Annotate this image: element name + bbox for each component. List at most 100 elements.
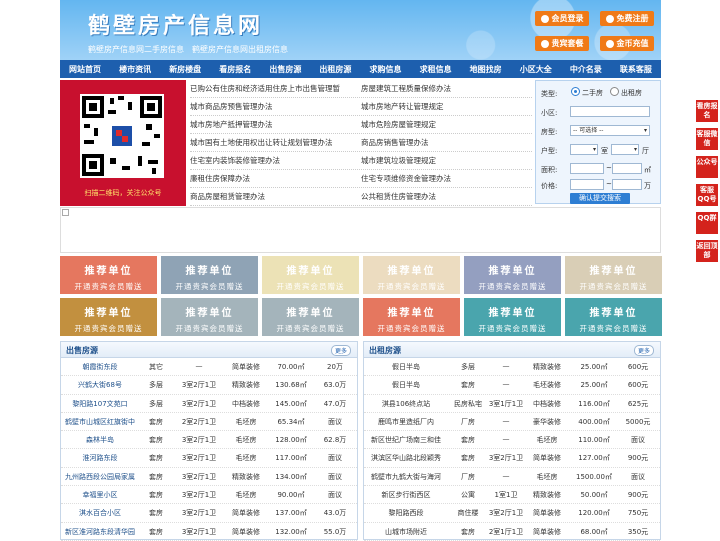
listing-area: 50.00㎡ xyxy=(580,491,608,500)
listing-row[interactable]: 新区淮河路东段清华园 套房 3室2厅1卫 简单装修 132.00㎡ 55.0万 xyxy=(61,523,357,541)
tile-title: 推荐单位 xyxy=(589,308,638,319)
listing-location[interactable]: 九州路西段公园局家属 xyxy=(63,472,137,482)
listing-location[interactable]: 淮河路东段 xyxy=(63,453,137,463)
listing-area: 116.00㎡ xyxy=(578,399,610,408)
listing-row[interactable]: 淇滨区华山路北段颖秀 套房 3室2厅1卫 简单装修 127.00㎡ 900元 xyxy=(364,449,660,468)
recommend-tile[interactable]: 推荐单位 开通贵宾会员赠送 xyxy=(161,256,258,294)
listing-location[interactable]: 山城市场附近 xyxy=(366,527,446,537)
listing-location[interactable]: 假日半岛 xyxy=(366,380,446,390)
listing-price: 面议 xyxy=(328,472,342,481)
listing-layout: — xyxy=(195,362,203,370)
listing-row[interactable]: 山城市场附近 套房 2室1厅1卫 简单装修 68.00㎡ 350元 xyxy=(364,523,660,541)
listing-row[interactable]: 鹤壁市山城区红旗街中 套房 2室2厅1卫 毛坯房 65.34㎡ 面议 xyxy=(61,413,357,432)
listing-location[interactable]: 假日半岛 xyxy=(366,362,446,372)
listing-area: 90.00㎡ xyxy=(277,491,305,500)
listing-row[interactable]: 九州路西段公园局家属 套房 3室2厅1卫 精致装修 134.00㎡ 面议 xyxy=(61,468,357,487)
ad-banner[interactable] xyxy=(60,207,661,253)
recommend-tile[interactable]: 推荐单位 开通贵宾会员赠送 xyxy=(565,298,662,336)
recommend-tile[interactable]: 推荐单位 开通贵宾会员赠送 xyxy=(262,298,359,336)
sidebar-viewing-signup[interactable]: 看房报名 xyxy=(696,100,718,122)
sidebar-back-to-top[interactable]: 返回顶部 xyxy=(696,240,718,262)
listing-price: 面议 xyxy=(631,472,645,481)
listing-location[interactable]: 鹿鸣市里造纸厂内 xyxy=(366,417,446,427)
listing-location[interactable]: 兴鹤大街68号 xyxy=(63,380,137,390)
listing-area: 137.00㎡ xyxy=(275,509,307,518)
listing-building-type: 套房 xyxy=(461,454,475,463)
tile-subtitle: 开通贵宾会员赠送 xyxy=(175,324,244,333)
listing-decoration: 毛坯房 xyxy=(235,454,257,463)
listing-building-type: 多层 xyxy=(461,363,475,371)
listing-area: 132.00㎡ xyxy=(275,527,307,536)
tile-subtitle: 开通贵宾会员赠送 xyxy=(478,324,547,333)
listing-row[interactable]: 兴鹤大街68号 多层 3室2厅1卫 精致装修 130.68㎡ 63.0万 xyxy=(61,376,357,395)
listing-building-type: 厂房 xyxy=(461,472,475,481)
listing-location[interactable]: 淇县106终点站 xyxy=(366,399,446,409)
listing-building-type: 套房 xyxy=(149,472,163,481)
listing-decoration: 毛坯房 xyxy=(536,436,558,445)
sidebar-service-wechat[interactable]: 客服微信 xyxy=(696,128,718,150)
listing-row[interactable]: 假日半岛 多层 — 精致装修 25.00㎡ 600元 xyxy=(364,358,660,377)
sale-listings-panel: 出售房源 更多 朝霞街东段 其它 — 简单装修 70.00㎡ 20万 兴鹤大街68号 多层 3室2… xyxy=(60,341,358,541)
listing-layout: 3室2厅1卫 xyxy=(181,527,217,536)
tile-subtitle: 开通贵宾会员赠送 xyxy=(377,282,446,291)
listing-location[interactable]: 鹤壁市山城区红旗街中 xyxy=(63,417,137,427)
listing-area: 110.00㎡ xyxy=(578,436,610,445)
rent-more-button[interactable]: 更多 xyxy=(633,345,654,356)
rent-panel-title: 出租房源 xyxy=(369,346,401,355)
listing-decoration: 毛坯房 xyxy=(235,491,257,500)
recommend-tile[interactable]: 推荐单位开通贵宾会员赠送 xyxy=(161,298,258,336)
listing-location[interactable]: 新区淮河路东段清华园 xyxy=(63,527,137,537)
tile-subtitle: 开通贵宾会员赠送 xyxy=(276,282,345,291)
listing-location[interactable]: 鹤壁市九鹤大街与海河 xyxy=(366,472,446,482)
listing-building-type: 套房 xyxy=(149,491,163,500)
listing-row[interactable]: 黎阳路西段 商住楼 3室2厅1卫 简单装修 120.00㎡ 750元 xyxy=(364,504,660,523)
listing-location[interactable]: 黎阳路107文苑口 xyxy=(63,399,137,409)
listing-row[interactable]: 淇县106终点站 民房私宅 3室1厅1卫 中档装修 116.00㎡ 625元 xyxy=(364,395,660,413)
recommend-tile[interactable]: 推荐单位 开通贵宾会员赠送 xyxy=(363,256,460,294)
listing-layout: 3室1厅1卫 xyxy=(488,399,524,408)
listing-price: 43.0万 xyxy=(323,509,347,518)
listing-decoration: 豪华装修 xyxy=(533,417,561,426)
recommend-tile[interactable]: 推荐单位 开通贵宾会员赠送 xyxy=(565,256,662,294)
listing-row[interactable]: 黎阳路107文苑口 多层 3室2厅1卫 中档装修 145.00㎡ 47.0万 xyxy=(61,395,357,413)
listing-row[interactable]: 淮河路东段 套房 3室2厅1卫 毛坯房 117.00㎡ 面议 xyxy=(61,449,357,468)
sidebar-official-account[interactable]: 公众号 xyxy=(696,156,718,178)
listing-location[interactable]: 黎阳路西段 xyxy=(366,508,446,518)
listing-price: 900元 xyxy=(627,491,649,500)
recommend-tile[interactable]: 推荐单位 开通贵宾会员赠送 xyxy=(464,256,561,294)
listing-row[interactable]: 幸福里小区 套房 3室2厅1卫 毛坯房 90.00㎡ 面议 xyxy=(61,486,357,505)
tile-title: 推荐单位 xyxy=(185,308,234,319)
sale-more-button[interactable]: 更多 xyxy=(330,345,351,356)
listing-building-type: 其它 xyxy=(149,363,163,371)
recommend-tile[interactable]: 推荐单位 开通贵宾会员赠送 xyxy=(60,256,157,294)
listing-building-type: 商住楼 xyxy=(457,509,479,518)
listing-row[interactable]: 假日半岛 套房 — 毛坯装修 25.00㎡ 600元 xyxy=(364,376,660,395)
listing-layout: 2室1厅1卫 xyxy=(488,527,524,536)
listing-location[interactable]: 淇水百合小区 xyxy=(63,508,137,518)
listing-location[interactable]: 朝霞街东段 xyxy=(63,362,137,372)
listing-area: 70.00㎡ xyxy=(277,363,305,371)
listing-area: 25.00㎡ xyxy=(580,363,608,371)
listing-layout: 3室2厅1卫 xyxy=(488,509,524,518)
listing-location[interactable]: 森林半岛 xyxy=(63,435,137,445)
recommend-tile[interactable]: 推荐单位 开通贵宾会员赠送 xyxy=(363,298,460,336)
listing-row[interactable]: 鹿鸣市里造纸厂内 厂房 — 豪华装修 400.00㎡ 5000元 xyxy=(364,413,660,432)
broken-image-icon xyxy=(62,209,69,216)
listing-layout: 1室1卫 xyxy=(494,491,518,500)
sidebar-qq-group[interactable]: QQ群 xyxy=(696,212,718,234)
listing-row[interactable]: 新区世纪广场南三和佳 套房 — 毛坯房 110.00㎡ 面议 xyxy=(364,431,660,450)
listing-row[interactable]: 淇水百合小区 套房 3室2厅1卫 简单装修 137.00㎡ 43.0万 xyxy=(61,504,357,523)
listing-location[interactable]: 幸福里小区 xyxy=(63,490,137,500)
recommend-tile[interactable]: 推荐单位 开通贵宾会员赠送 xyxy=(464,298,561,336)
recommend-tile[interactable]: 推荐单位 开通贵宾会员赠送 xyxy=(262,256,359,294)
listing-row[interactable]: 鹤壁市九鹤大街与海河 厂房 — 毛坯房 1500.00㎡ 面议 xyxy=(364,468,660,487)
listing-row[interactable]: 朝霞街东段 其它 — 简单装修 70.00㎡ 20万 xyxy=(61,358,357,377)
listing-row[interactable]: 森林半岛 套房 3室2厅1卫 毛坯房 128.00㎡ 62.8万 xyxy=(61,431,357,450)
recommend-tile[interactable]: 推荐单位 开通贵宾会员赠送 xyxy=(60,298,157,336)
listing-location[interactable]: 淇滨区华山路北段颖秀 xyxy=(366,453,446,463)
sidebar-service-qq[interactable]: 客服QQ号 xyxy=(696,184,718,206)
listing-location[interactable]: 新区世纪广场南三和佳 xyxy=(366,435,446,445)
listing-location[interactable]: 新区步行街西区 xyxy=(366,490,446,500)
listing-row[interactable]: 新区步行街西区 公寓 1室1卫 精致装修 50.00㎡ 900元 xyxy=(364,486,660,505)
listing-area: 1500.00㎡ xyxy=(576,472,612,481)
